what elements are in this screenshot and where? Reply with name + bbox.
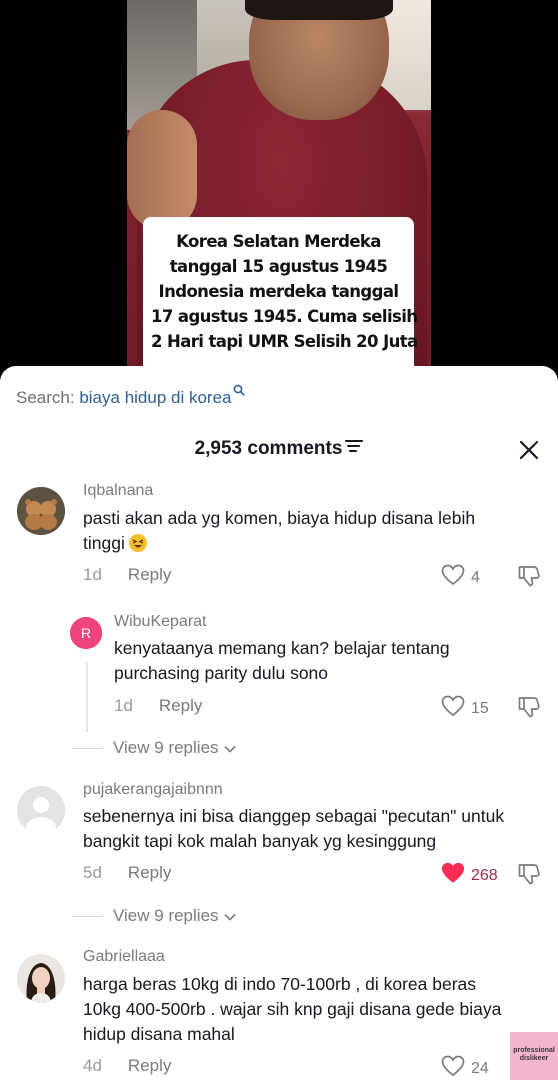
comment-line: harga beras 10kg di indo 70-100rb , di k… xyxy=(83,974,477,994)
like-button[interactable]: 24 xyxy=(441,1055,489,1080)
comment-count: 2,953 comments xyxy=(194,438,343,460)
comment-username[interactable]: pujakerangajaibnnn xyxy=(83,781,223,799)
like-count: 24 xyxy=(471,1059,489,1077)
related-search[interactable]: Search: biaya hidup di korea xyxy=(16,384,245,408)
video-player[interactable]: Korea Selatan Merdeka tanggal 15 agustus… xyxy=(0,0,558,392)
avatar[interactable]: R xyxy=(70,617,102,649)
avatar[interactable] xyxy=(17,786,65,834)
comment-meta: 1d Reply xyxy=(114,696,202,716)
chevron-down-icon xyxy=(223,738,236,758)
comment-username[interactable]: Gabriellaaa xyxy=(83,948,165,966)
watermark-logo: professional dislikeer xyxy=(510,1032,558,1080)
avatar-letter: R xyxy=(81,625,91,641)
like-count: 268 xyxy=(471,866,498,884)
divider xyxy=(72,915,102,917)
sort-icon[interactable] xyxy=(345,437,364,459)
laughing-emoji-icon xyxy=(128,534,147,552)
comment-line: sebenernya ini bisa dianggep sebagai "pe… xyxy=(83,806,505,826)
caption-line: Korea Selatan Merdeka xyxy=(176,232,381,251)
dislike-icon[interactable] xyxy=(517,695,541,719)
view-replies-button[interactable]: View 9 replies xyxy=(72,738,236,758)
comment-meta: 1d Reply xyxy=(83,565,171,585)
comment-time: 1d xyxy=(114,696,133,715)
reply-button[interactable]: Reply xyxy=(128,863,171,882)
comments-header: 2,953 comments xyxy=(0,438,558,460)
caption-line: 17 agustus 1945. Cuma selisih xyxy=(151,307,418,326)
reply-button[interactable]: Reply xyxy=(128,1056,171,1075)
comment-text: harga beras 10kg di indo 70-100rb , di k… xyxy=(83,972,501,1047)
comment-line-text: tinggi xyxy=(83,533,125,553)
caption-line: 2 Hari tapi UMR Selisih 20 Juta xyxy=(151,332,418,351)
comment-line: bangkit tapi kok malah banyak yg kesingg… xyxy=(83,831,437,851)
comment-time: 1d xyxy=(83,565,102,584)
comment-time: 4d xyxy=(83,1056,102,1075)
chevron-down-icon xyxy=(223,906,236,926)
comment-time: 5d xyxy=(83,863,102,882)
heart-filled-icon xyxy=(441,862,465,889)
caption-line: Indonesia merdeka tanggal xyxy=(158,282,399,301)
comments-sheet: Search: biaya hidup di korea 2,953 comme… xyxy=(0,366,558,1080)
view-replies-button[interactable]: View 9 replies xyxy=(72,906,236,926)
like-count: 15 xyxy=(471,699,489,717)
heart-icon xyxy=(441,1055,465,1080)
like-button[interactable]: 268 xyxy=(441,862,498,889)
thread-line xyxy=(86,662,88,732)
heart-icon xyxy=(441,564,465,591)
comment-meta: 4d Reply xyxy=(83,1056,171,1076)
view-replies-label: View 9 replies xyxy=(113,738,219,757)
search-icon[interactable] xyxy=(233,381,245,401)
comment-line: purchasing parity dulu sono xyxy=(114,663,329,683)
caption-line: tanggal 15 agustus 1945 xyxy=(169,257,388,276)
comment-line: tinggi xyxy=(83,531,475,556)
like-button[interactable]: 15 xyxy=(441,695,489,722)
comment-line: hidup disana mahal xyxy=(83,1024,235,1044)
person-hair xyxy=(245,0,393,20)
comment-username[interactable]: Iqbalnana xyxy=(83,482,153,500)
reply-button[interactable]: Reply xyxy=(128,565,171,584)
comment-line: kenyataanya memang kan? belajar tentang xyxy=(114,638,450,658)
comment-line: pasti akan ada yg komen, biaya hidup dis… xyxy=(83,508,476,528)
comment-text: pasti akan ada yg komen, biaya hidup dis… xyxy=(83,506,475,556)
comment-line: 10kg 400-500rb . wajar sih knp gaji disa… xyxy=(83,999,502,1019)
like-button[interactable]: 4 xyxy=(441,564,480,591)
reply-button[interactable]: Reply xyxy=(159,696,202,715)
heart-icon xyxy=(441,695,465,722)
view-replies-label: View 9 replies xyxy=(113,906,219,925)
avatar[interactable] xyxy=(17,487,65,535)
divider xyxy=(72,747,102,749)
avatar[interactable] xyxy=(17,954,65,1002)
watermark-text: professional xyxy=(513,1047,555,1054)
comment-username[interactable]: WibuKeparat xyxy=(114,613,207,631)
person-arm xyxy=(127,110,197,230)
comment-text: kenyataanya memang kan? belajar tentang … xyxy=(114,636,450,686)
close-icon[interactable] xyxy=(518,439,540,461)
dislike-icon[interactable] xyxy=(517,564,541,588)
like-count: 4 xyxy=(471,568,480,586)
comment-text: sebenernya ini bisa dianggep sebagai "pe… xyxy=(83,804,504,854)
search-query-link[interactable]: biaya hidup di korea xyxy=(79,388,231,407)
dislike-icon[interactable] xyxy=(517,862,541,886)
search-label: Search: xyxy=(16,388,75,407)
watermark-text: dislikeer xyxy=(519,1055,549,1062)
comment-meta: 5d Reply xyxy=(83,863,171,883)
